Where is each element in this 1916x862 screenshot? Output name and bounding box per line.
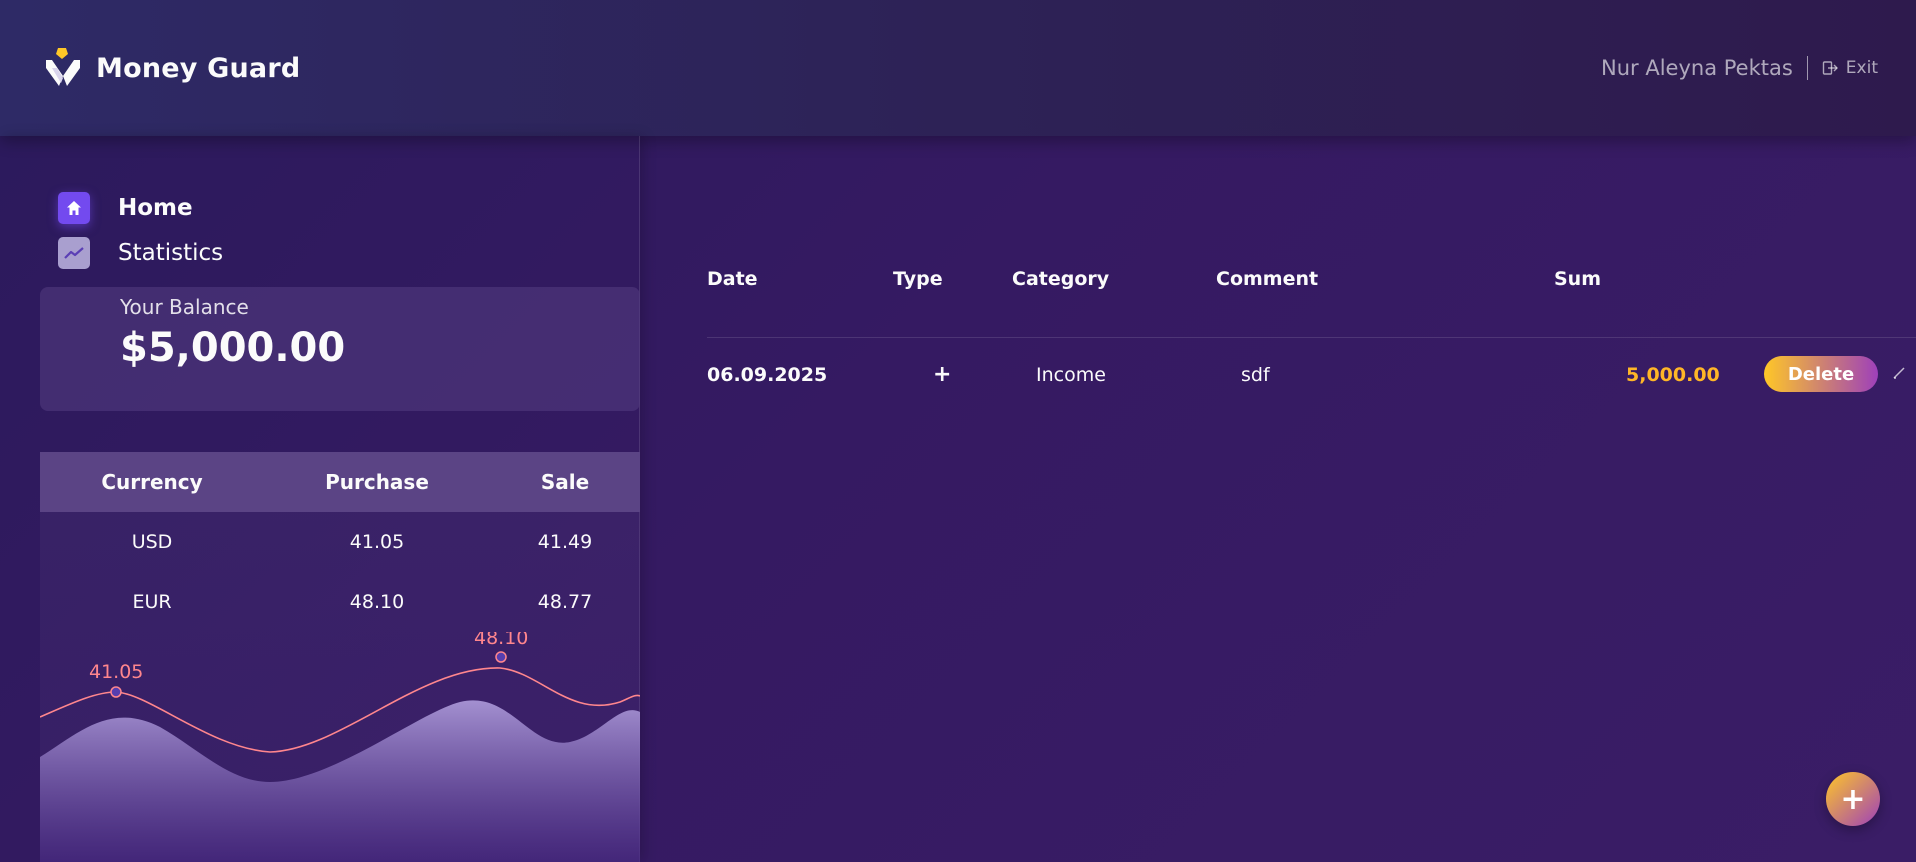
user-name: Nur Aleyna Pektas	[1601, 56, 1793, 80]
app-header: Money Guard Nur Aleyna Pektas Exit	[0, 0, 1916, 136]
currency-purchase: 41.05	[349, 531, 405, 553]
purchase-header: Purchase	[325, 470, 429, 494]
transaction-row: 06.09.2025 + Income sdf 5,000.00 Delete	[707, 354, 1916, 404]
currency-header-row: Currency Purchase Sale	[40, 452, 640, 512]
currency-table: Currency Purchase Sale USD 41.05 41.49 E…	[40, 452, 640, 862]
currency-row: EUR 48.10 48.77	[40, 572, 640, 632]
nav-item-statistics[interactable]: Statistics	[58, 237, 223, 269]
statistics-icon	[58, 237, 90, 269]
nav-label-home: Home	[118, 195, 193, 221]
header-comment: Comment	[1216, 268, 1319, 290]
tx-date: 06.09.2025	[707, 364, 828, 386]
chart-area	[40, 700, 640, 862]
header-sum: Sum	[1554, 268, 1602, 290]
delete-button[interactable]: Delete	[1764, 356, 1878, 392]
currency-chart: 41.05 48.10	[40, 632, 640, 862]
tx-category: Income	[1036, 364, 1106, 386]
balance-value: $5,000.00	[120, 325, 346, 371]
currency-code: EUR	[132, 591, 172, 613]
currency-sale: 41.49	[537, 531, 593, 553]
sidebar: Home Statistics Your Balance $5,000.00 C…	[0, 136, 640, 862]
nav-item-home[interactable]: Home	[58, 192, 193, 224]
header-user-area: Nur Aleyna Pektas Exit	[1601, 56, 1878, 80]
add-transaction-button[interactable]: +	[1826, 772, 1880, 826]
header-category: Category	[1012, 268, 1110, 290]
plus-icon: +	[1840, 781, 1866, 817]
chart-label-usd: 41.05	[89, 661, 143, 683]
chart-point	[110, 686, 122, 698]
main-content: Date Type Category Comment Sum 06.09.202…	[641, 136, 1916, 862]
header-type: Type	[893, 268, 943, 290]
tx-sum: 5,000.00	[1626, 364, 1720, 386]
balance-card: Your Balance $5,000.00	[40, 287, 640, 411]
currency-row: USD 41.05 41.49	[40, 512, 640, 572]
currency-header: Currency	[101, 470, 203, 494]
currency-sale: 48.77	[537, 591, 593, 613]
chart-label-eur: 48.10	[474, 632, 528, 649]
nav-label-statistics: Statistics	[118, 240, 224, 266]
edit-icon[interactable]	[1891, 364, 1907, 386]
app-name: Money Guard	[96, 52, 301, 84]
exit-button[interactable]: Exit	[1822, 58, 1878, 78]
sale-header: Sale	[540, 470, 590, 494]
currency-code: USD	[131, 531, 173, 553]
exit-icon	[1822, 61, 1838, 75]
header-date: Date	[707, 268, 758, 290]
tx-type: +	[933, 362, 952, 387]
balance-label: Your Balance	[120, 295, 249, 319]
tx-comment: sdf	[1241, 364, 1270, 386]
table-divider	[707, 337, 1916, 338]
header-divider	[1806, 56, 1808, 80]
chart-point	[495, 651, 507, 663]
currency-purchase: 48.10	[349, 591, 405, 613]
logo-icon	[46, 48, 80, 86]
logo[interactable]: Money Guard	[44, 46, 300, 90]
home-icon	[58, 192, 90, 224]
exit-label: Exit	[1845, 58, 1878, 78]
